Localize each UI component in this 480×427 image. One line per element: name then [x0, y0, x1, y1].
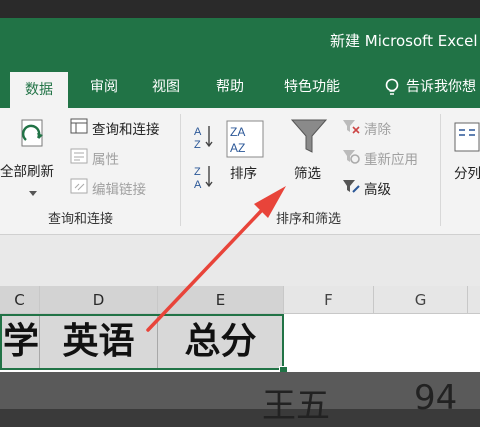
- annotation-arrow: [146, 186, 286, 332]
